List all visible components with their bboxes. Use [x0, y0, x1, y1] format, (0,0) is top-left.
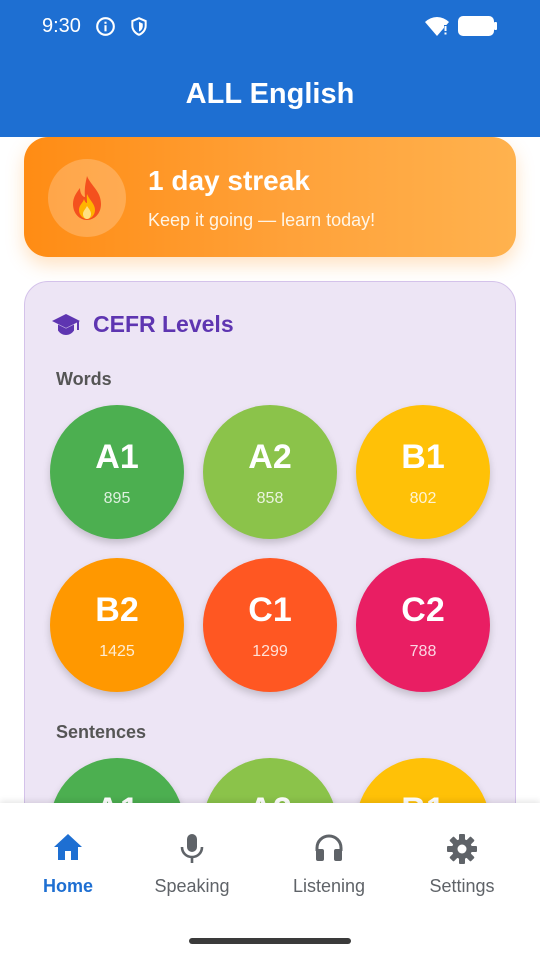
level-count: 1425 [99, 643, 135, 660]
level-name: A2 [203, 791, 337, 803]
nav-label-settings: Settings [429, 876, 495, 896]
home-icon [54, 834, 82, 860]
bottom-navigation: Home Speaking Listening Settings [0, 803, 540, 960]
level-name: C1 [248, 591, 292, 629]
level-b2-words[interactable]: B2 1425 [50, 558, 184, 692]
page-title: ALL English [185, 78, 355, 110]
level-a2-sentences[interactable]: A2 [203, 758, 337, 803]
nav-label-home: Home [42, 876, 93, 896]
nav-item-speaking[interactable]: Speaking [136, 803, 248, 913]
home-indicator[interactable] [189, 938, 351, 944]
battery-icon [458, 16, 498, 41]
level-b1-sentences[interactable]: B1 [356, 758, 490, 803]
streak-card[interactable]: 1 day streak Keep it going — learn today… [24, 137, 516, 257]
level-name: B2 [95, 591, 139, 629]
microphone-icon [180, 834, 204, 863]
gear-icon [447, 834, 477, 864]
words-section-label: Words [56, 369, 112, 389]
status-bar: 9:30 [0, 0, 540, 52]
shield-icon [129, 16, 149, 42]
level-name: B1 [401, 438, 445, 476]
nav-label-listening: Listening [292, 876, 366, 896]
scroll-content[interactable]: 1 day streak Keep it going — learn today… [0, 137, 540, 803]
cefr-levels-card: CEFR Levels Words A1 895 A2 858 B1 802 B… [24, 281, 516, 803]
level-a2-words[interactable]: A2 858 [203, 405, 337, 539]
wifi-icon [424, 15, 450, 42]
status-time: 9:30 [42, 15, 81, 37]
streak-title: 1 day streak [148, 165, 310, 196]
app-bar: 9:30 ALL English [0, 0, 540, 137]
level-c2-words[interactable]: C2 788 [356, 558, 490, 692]
nav-item-listening[interactable]: Listening [277, 803, 381, 913]
graduation-cap-icon [52, 314, 80, 335]
nav-item-settings[interactable]: Settings [414, 803, 510, 913]
nav-label-speaking: Speaking [154, 876, 230, 896]
level-name: A2 [248, 438, 292, 476]
level-count: 1299 [252, 643, 288, 660]
nav-item-home[interactable]: Home [18, 803, 118, 913]
level-name: A1 [50, 791, 184, 803]
flame-badge [48, 159, 126, 237]
level-a1-sentences[interactable]: A1 [50, 758, 184, 803]
level-a1-words[interactable]: A1 895 [50, 405, 184, 539]
level-count: 858 [256, 490, 284, 507]
streak-subtitle: Keep it going — learn today! [148, 210, 376, 230]
level-c1-words[interactable]: C1 1299 [203, 558, 337, 692]
level-count: 788 [409, 643, 437, 660]
headphones-icon [315, 834, 343, 861]
level-count: 802 [409, 490, 437, 507]
level-b1-words[interactable]: B1 802 [356, 405, 490, 539]
info-icon [95, 16, 116, 42]
flame-icon [73, 176, 101, 220]
level-count: 895 [103, 490, 131, 507]
cefr-title: CEFR Levels [93, 311, 234, 337]
level-name: A1 [95, 438, 139, 476]
level-name: B1 [356, 791, 490, 803]
level-name: C2 [401, 591, 445, 629]
sentences-section-label: Sentences [56, 722, 147, 742]
